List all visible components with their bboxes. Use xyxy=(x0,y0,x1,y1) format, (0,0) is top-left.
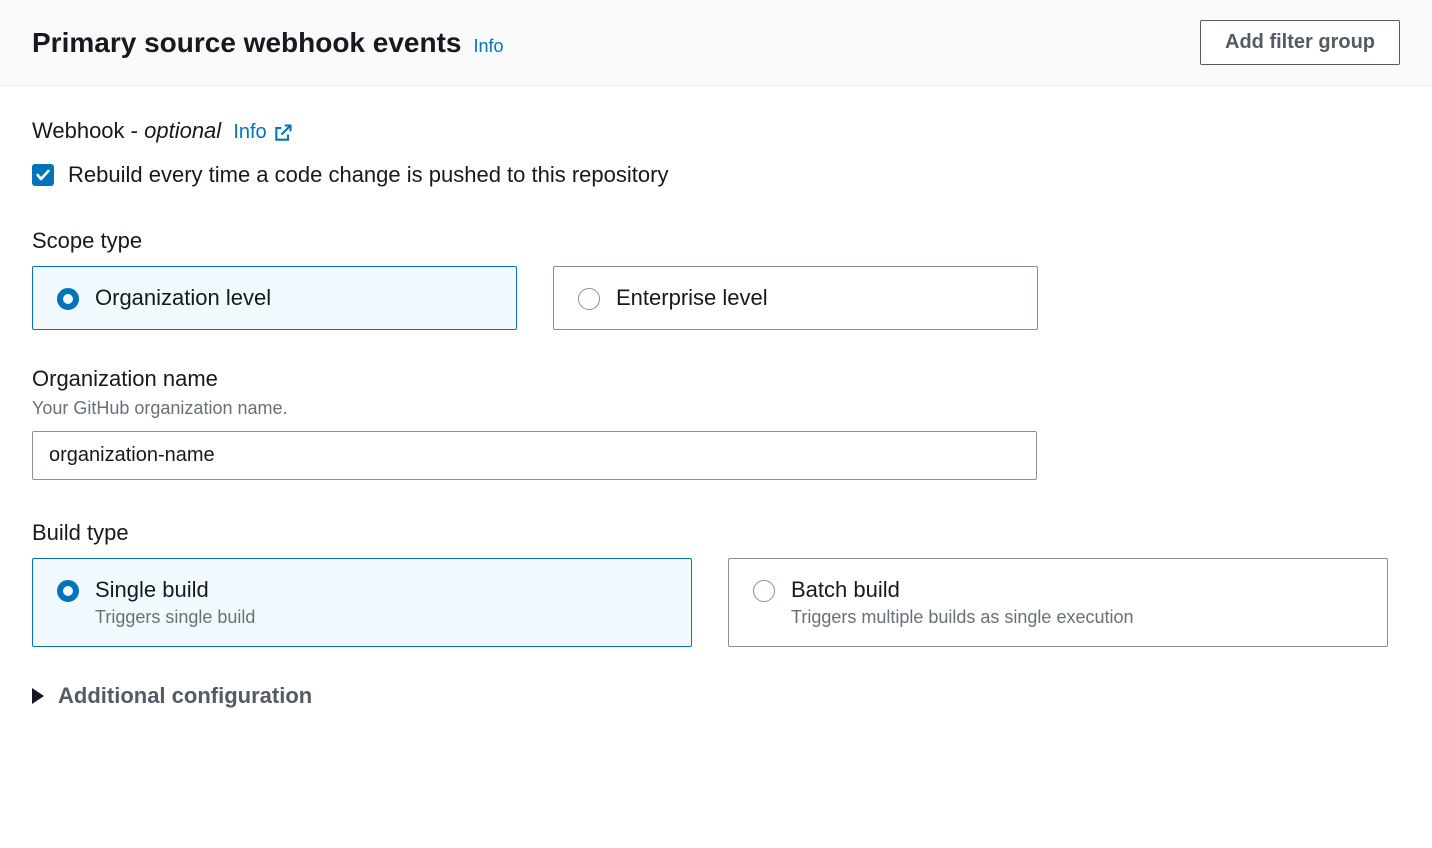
webhook-label-optional: optional xyxy=(144,118,221,143)
scope-option-enterprise[interactable]: Enterprise level xyxy=(553,266,1038,330)
build-option-desc: Triggers multiple builds as single execu… xyxy=(791,607,1134,628)
org-name-label: Organization name xyxy=(32,366,1400,392)
header-bar: Primary source webhook events Info Add f… xyxy=(0,0,1432,86)
rebuild-checkbox-row[interactable]: Rebuild every time a code change is push… xyxy=(32,162,1400,188)
content-area: Webhook - optional Info Rebuild every ti… xyxy=(0,86,1432,741)
external-link-icon xyxy=(273,123,293,143)
scope-option-organization[interactable]: Organization level xyxy=(32,266,517,330)
build-type-options: Single build Triggers single build Batch… xyxy=(32,558,1400,647)
webhook-label-prefix: Webhook - xyxy=(32,118,144,143)
check-icon xyxy=(35,167,51,183)
build-type-label: Build type xyxy=(32,520,1400,546)
build-option-desc: Triggers single build xyxy=(95,607,255,628)
page-title: Primary source webhook events xyxy=(32,27,462,59)
build-option-label: Batch build xyxy=(791,577,1134,603)
build-option-single[interactable]: Single build Triggers single build xyxy=(32,558,692,647)
scope-option-label: Organization level xyxy=(95,285,271,311)
rebuild-checkbox-label: Rebuild every time a code change is push… xyxy=(68,162,668,188)
webhook-section-label: Webhook - optional Info xyxy=(32,118,1400,144)
scope-type-label: Scope type xyxy=(32,228,1400,254)
add-filter-group-button[interactable]: Add filter group xyxy=(1200,20,1400,65)
webhook-info-link[interactable]: Info xyxy=(233,121,292,144)
scope-option-label: Enterprise level xyxy=(616,285,768,311)
org-name-input[interactable] xyxy=(32,431,1037,480)
radio-icon xyxy=(578,288,600,310)
build-option-label: Single build xyxy=(95,577,255,603)
rebuild-checkbox[interactable] xyxy=(32,164,54,186)
build-option-batch[interactable]: Batch build Triggers multiple builds as … xyxy=(728,558,1388,647)
header-info-link[interactable]: Info xyxy=(474,36,504,57)
org-name-hint: Your GitHub organization name. xyxy=(32,398,1400,419)
radio-icon xyxy=(57,288,79,310)
caret-right-icon xyxy=(32,688,44,704)
radio-icon xyxy=(57,580,79,602)
header-title-wrap: Primary source webhook events Info xyxy=(32,27,504,59)
webhook-info-text: Info xyxy=(233,121,266,144)
additional-configuration-label: Additional configuration xyxy=(58,683,312,709)
radio-icon xyxy=(753,580,775,602)
additional-configuration-toggle[interactable]: Additional configuration xyxy=(32,683,1400,709)
scope-type-options: Organization level Enterprise level xyxy=(32,266,1400,330)
